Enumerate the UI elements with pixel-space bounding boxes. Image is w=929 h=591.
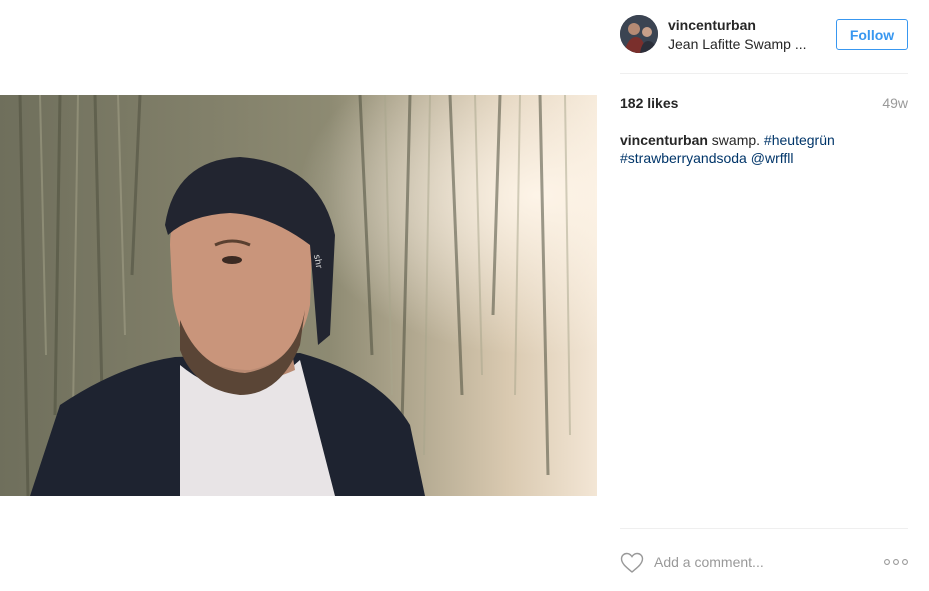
- post-photo[interactable]: shr: [0, 95, 597, 496]
- post-age[interactable]: 49w: [882, 95, 908, 111]
- header-divider: [620, 73, 908, 74]
- hashtag-link[interactable]: #strawberryandsoda: [620, 150, 747, 166]
- caption-text: swamp.: [707, 132, 764, 148]
- post-photo-image: shr: [0, 95, 597, 496]
- comment-divider: [620, 528, 908, 529]
- post-sidebar: vincenturban Jean Lafitte Swamp ... Foll…: [620, 0, 908, 591]
- hashtag-link[interactable]: #heutegrün: [764, 132, 835, 148]
- likes-row: 182 likes 49w: [620, 93, 908, 113]
- comment-row: [620, 549, 908, 577]
- follow-button[interactable]: Follow: [836, 19, 908, 50]
- location-link[interactable]: Jean Lafitte Swamp ...: [668, 36, 818, 52]
- more-options-icon[interactable]: [884, 557, 908, 567]
- mention-link[interactable]: @wrffll: [751, 150, 794, 166]
- comment-input[interactable]: [654, 551, 854, 573]
- post-caption: vincenturban swamp. #heutegrün #strawber…: [620, 131, 908, 167]
- caption-username[interactable]: vincenturban: [620, 132, 708, 148]
- heart-icon[interactable]: [620, 552, 644, 574]
- post-header: vincenturban Jean Lafitte Swamp ... Foll…: [620, 14, 908, 56]
- avatar[interactable]: [620, 15, 658, 53]
- likes-count[interactable]: 182 likes: [620, 95, 678, 111]
- username-link[interactable]: vincenturban: [668, 17, 756, 33]
